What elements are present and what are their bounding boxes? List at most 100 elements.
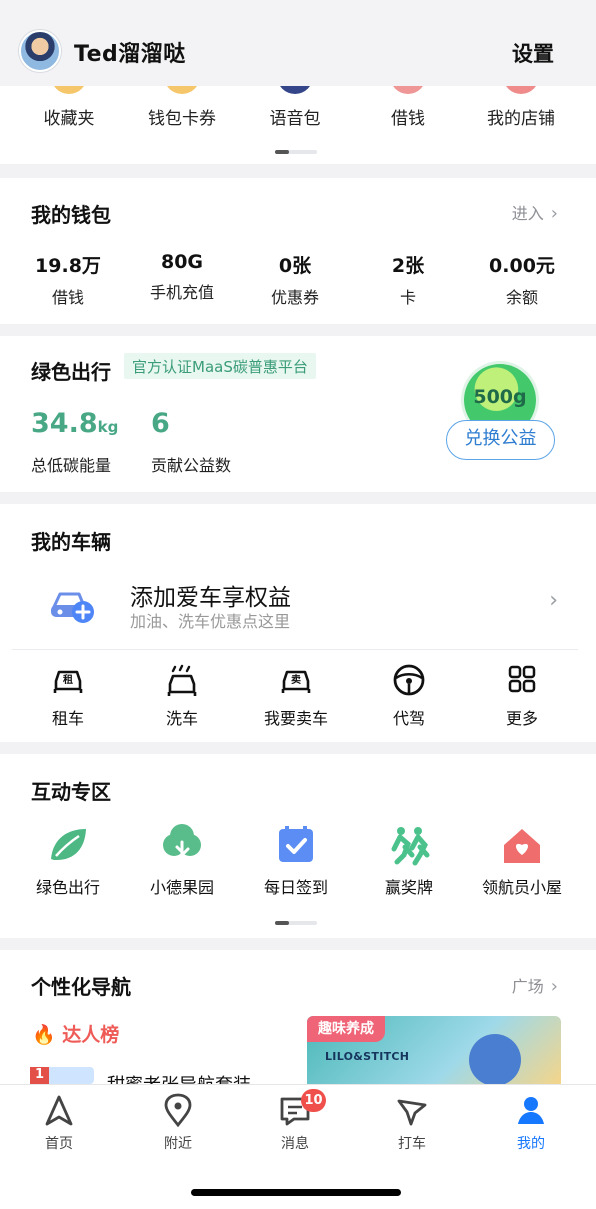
ranking-thumbnail[interactable]: 1 [30,1067,94,1084]
add-car-subtitle: 加油、洗车优惠点这里 [130,612,291,631]
promo-banner[interactable]: 趣味养成 LILO&STITCH [307,1016,561,1084]
vehicle-title: 我的车辆 [31,530,111,554]
stat-label: 卡 [399,288,416,307]
wallet-stat-loan[interactable]: 19.8万借钱 [18,251,118,308]
tab-taxi[interactable]: 打车 [362,1093,462,1157]
wallet-stat-cards[interactable]: 2张卡 [358,251,458,308]
wallet-enter-link[interactable]: 进入 › [512,200,558,224]
interactive-title: 互动专区 [31,780,111,804]
interactive-label: 每日签到 [263,878,328,897]
plaza-link[interactable]: 广场 › [512,973,558,997]
green-travel-entry[interactable]: 绿色出行 [10,824,126,898]
tab-label: 首页 [45,1136,73,1152]
green-travel-card: 绿色出行 官方认证MaaS碳普惠平台 34.8kg 总低碳能量 6 贡献公益数 … [0,336,596,492]
sell-glyph: 卖 [291,673,301,686]
stat-label: 手机充值 [149,283,214,302]
vehicle-card: 我的车辆 添加爱车享权益 加油、洗车优惠点这里 › 租 租车 洗车 卖 我要卖车 [0,504,596,742]
navigator-house-entry[interactable]: 领航员小屋 [464,824,580,898]
rent-glyph: 租 [63,673,73,686]
public-count[interactable]: 6 [151,408,170,439]
expert-ranking-title[interactable]: 🔥 达人榜 [32,1020,119,1047]
quick-item-label: 钱包卡券 [148,109,216,129]
wallet-stat-coupons[interactable]: 0张 优惠券 [245,251,345,308]
tree-icon [163,824,201,866]
tab-label: 打车 [398,1136,426,1152]
carbon-unit: kg [97,418,119,436]
wallet-enter-label: 进入 [511,204,544,223]
promo-tag: 趣味养成 [307,1016,385,1042]
more-tools-button[interactable]: 更多 [466,662,578,729]
tab-label: 我的 [517,1136,545,1152]
stat-value: 19.8万 [35,255,101,277]
carbon-value[interactable]: 34.8kg [31,408,118,439]
stat-label: 借钱 [51,288,84,307]
coin-value: 500g [473,386,527,408]
chevron-right-icon: › [550,203,558,224]
tool-label: 租车 [51,709,84,728]
fruit-garden-entry[interactable]: 小德果园 [124,824,240,898]
rent-car-icon: 租 [53,670,83,693]
page-indicator [275,150,317,154]
interactive-label: 领航员小屋 [481,878,562,897]
rent-car-button[interactable]: 租 租车 [12,662,124,729]
navigation-arrow-icon [45,1095,73,1126]
stat-label: 余额 [505,288,538,307]
page-indicator [275,921,317,925]
tab-label: 消息 [281,1136,309,1152]
taxi-send-icon [397,1099,427,1126]
wash-car-button[interactable]: 洗车 [126,662,238,729]
tab-home[interactable]: 首页 [9,1093,109,1157]
chevron-right-icon: › [549,588,558,613]
tab-messages[interactable]: 消息 10 [245,1089,345,1157]
public-label: 贡献公益数 [151,456,232,475]
green-travel-title: 绿色出行 [31,360,111,384]
stat-value: 0张 [278,255,312,277]
wallet-stat-phone[interactable]: 80G 手机充值 [132,251,232,303]
avatar[interactable] [19,30,61,72]
quick-item-label: 借钱 [391,109,425,129]
username[interactable]: Ted溜溜哒 [74,36,186,68]
tab-profile[interactable]: 我的 [481,1093,581,1157]
daily-check-in-entry[interactable]: 每日签到 [238,824,354,898]
tool-label: 更多 [505,709,538,728]
profile-page: Ted溜溜哒 设置 收藏夹 钱包卡券 3D 语音包 借钱 我的店铺 我的钱包 进… [0,0,596,1209]
wallet-stat-balance[interactable]: 0.00元余额 [472,251,572,308]
tab-nearby[interactable]: 附近 [128,1093,228,1157]
personal-navigation-card: 个性化导航 广场› 🔥 达人榜 1 甜蜜老张导航套装 趣味养成 LILO&STI… [0,950,596,1096]
location-pin-icon [164,1093,192,1128]
add-car-title: 添加爱车享权益 [130,585,291,611]
car-wash-icon [167,664,197,696]
wallet-title: 我的钱包 [31,203,111,227]
win-medals-entry[interactable]: 赢奖牌 [351,824,467,898]
settings-link[interactable]: 设置 [512,38,554,68]
message-count-badge: 10 [301,1089,326,1112]
home-indicator [191,1189,401,1196]
steering-wheel-icon [393,664,425,696]
carbon-number: 34.8 [31,408,98,439]
user-icon [518,1097,544,1124]
wallet-card: 我的钱包 进入 › 19.8万借钱 80G 手机充值 0张 优惠券 2张卡 0.00元… [0,178,596,324]
stitch-character-icon [469,1034,521,1084]
exchange-charity-button[interactable]: 兑换公益 [446,420,555,460]
sell-car-icon: 卖 [281,670,311,693]
rank-badge: 1 [30,1067,49,1084]
carbon-label: 总低碳能量 [31,456,112,475]
expert-ranking-label: 达人榜 [62,1024,120,1046]
quick-item-label: 语音包 [269,109,321,129]
running-people-icon [391,827,430,866]
grid-icon [508,665,536,693]
personal-title: 个性化导航 [31,975,131,999]
add-car-row[interactable]: 添加爱车享权益 加油、洗车优惠点这里 › [12,562,578,650]
tool-label: 我要卖车 [263,709,328,728]
profile-header: Ted溜溜哒 设置 [0,0,596,86]
house-heart-icon [504,829,540,863]
tool-label: 代驾 [392,709,425,728]
tool-label: 洗车 [165,709,198,728]
quick-item-label: 收藏夹 [43,109,95,129]
designated-driver-button[interactable]: 代驾 [353,662,465,729]
calendar-check-icon [279,826,313,862]
chevron-right-icon: › [550,976,558,997]
sell-car-button[interactable]: 卖 我要卖车 [240,662,352,729]
stat-value: 0.00元 [489,255,555,277]
maas-badge: 官方认证MaaS碳普惠平台 [124,353,316,379]
